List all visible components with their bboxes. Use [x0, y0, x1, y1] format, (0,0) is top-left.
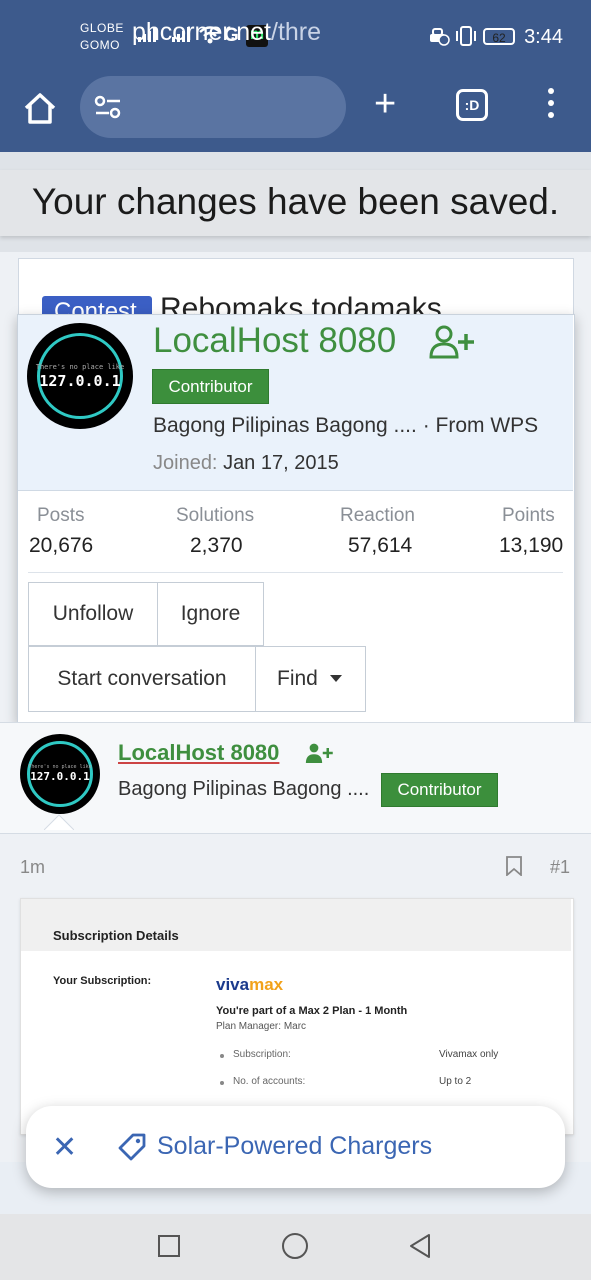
post-timestamp[interactable]: 1m — [20, 857, 45, 878]
author-avatar-ip: 127.0.0.1 — [30, 770, 90, 783]
stat-posts-value[interactable]: 20,676 — [29, 534, 93, 558]
attachment-header — [21, 899, 571, 951]
stat-posts-label: Posts — [37, 505, 85, 526]
author-arrow — [44, 814, 74, 830]
bullet — [220, 1054, 224, 1058]
tag-icon — [118, 1133, 146, 1161]
brand-viva: viva — [216, 975, 250, 994]
stat-reaction-label: Reaction — [340, 505, 415, 526]
browser-toolbar: + :D — [0, 72, 591, 152]
joined-label: Joined: — [153, 452, 218, 474]
bullet — [220, 1081, 224, 1085]
carrier-line2: GOMO — [80, 38, 120, 52]
stat-points-value[interactable]: 13,190 — [499, 534, 563, 558]
subscription-row-value: Vivamax only — [439, 1049, 499, 1060]
url-text[interactable]: phcorner.net/thre — [132, 18, 338, 47]
car-lock-icon — [430, 28, 450, 46]
close-icon[interactable]: ✕ — [52, 1130, 77, 1165]
avatar-ip-text: 127.0.0.1 — [39, 372, 121, 390]
recents-button[interactable] — [158, 1235, 180, 1257]
member-tagline: Bagong Pilipinas Bagong .... · From WPS — [153, 414, 539, 437]
subscription-row-label: Subscription: — [233, 1049, 291, 1060]
attachment-heading: Subscription Details — [53, 928, 179, 943]
bookmark-icon[interactable] — [506, 856, 522, 876]
home-icon[interactable] — [20, 88, 60, 128]
suggestion-text[interactable]: Solar-Powered Chargers — [157, 1132, 432, 1161]
joined-value: Jan 17, 2015 — [223, 452, 339, 474]
author-name-link[interactable]: LocalHost 8080 — [118, 740, 279, 766]
author-tagline: Bagong Pilipinas Bagong .... — [118, 778, 370, 800]
browser-menu-icon[interactable] — [544, 88, 558, 124]
back-button[interactable] — [407, 1233, 433, 1259]
vibrate-icon — [456, 26, 476, 46]
joined-date: Joined: Jan 17, 2015 — [153, 452, 339, 475]
carrier-name: GLOBE GOMO — [80, 20, 124, 54]
stat-solutions-value[interactable]: 2,370 — [190, 534, 243, 558]
stat-solutions-label: Solutions — [176, 505, 255, 526]
accounts-row-label: No. of accounts: — [233, 1076, 306, 1087]
contributor-badge: Contributor — [152, 369, 269, 404]
toast-message: Your changes have been saved. — [31, 181, 560, 222]
find-label: Find — [277, 667, 318, 690]
thread-title: Rebomaks todamaks — [160, 292, 442, 316]
caret-down-icon — [329, 675, 342, 683]
find-dropdown-button[interactable]: Find — [255, 646, 366, 712]
user-plus-icon — [429, 325, 474, 359]
site-settings-icon[interactable] — [94, 94, 122, 120]
plan-manager-text: Plan Manager: Marc — [216, 1021, 307, 1032]
carrier-line1: GLOBE — [80, 21, 124, 35]
clock: 3:44 — [524, 26, 563, 48]
accounts-row-value: Up to 2 — [439, 1076, 472, 1087]
battery-icon: 62 — [483, 28, 515, 45]
plan-text: You're part of a Max 2 Plan - 1 Month — [216, 1005, 408, 1017]
user-plus-icon — [305, 743, 333, 763]
new-tab-button[interactable]: + — [374, 84, 396, 124]
author-contributor-badge: Contributor — [381, 773, 498, 807]
tab-switcher-button[interactable]: :D — [456, 89, 488, 121]
avatar-caption: There's no place like — [35, 363, 125, 371]
brand-max: max — [249, 975, 284, 994]
divider — [28, 572, 563, 573]
stat-points-label: Points — [502, 505, 555, 526]
post-number-link[interactable]: #1 — [550, 857, 570, 878]
unfollow-button[interactable]: Unfollow — [28, 582, 158, 646]
home-button[interactable] — [282, 1233, 308, 1259]
ignore-button[interactable]: Ignore — [157, 582, 264, 646]
url-domain: phcorner.net — [132, 18, 271, 46]
avatar[interactable]: There's no place like 127.0.0.1 — [27, 323, 133, 429]
start-conversation-button[interactable]: Start conversation — [28, 646, 256, 712]
stat-reaction-value[interactable]: 57,614 — [348, 534, 412, 558]
vivamax-logo: vivamax — [216, 975, 283, 995]
your-subscription-label: Your Subscription: — [53, 975, 152, 987]
member-name-link[interactable]: LocalHost 8080 — [153, 321, 396, 361]
author-avatar[interactable]: There's no place like 127.0.0.1 — [20, 734, 100, 814]
url-path: /thre — [271, 18, 322, 46]
